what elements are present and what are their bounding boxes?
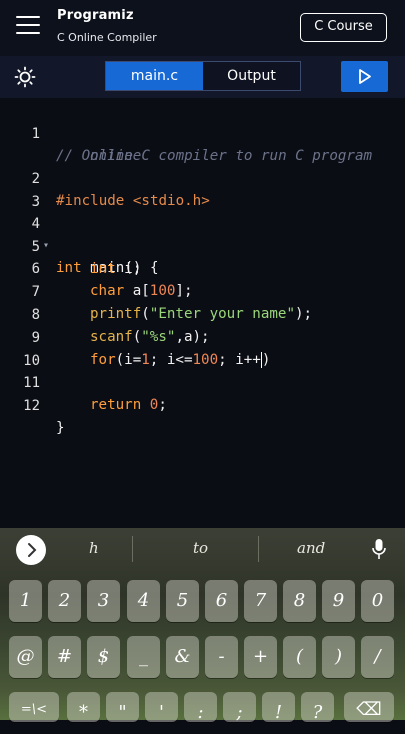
top-app-bar: Programiz C Online Compiler C Course bbox=[0, 0, 405, 56]
code-line: online bbox=[0, 123, 405, 164]
key-6[interactable]: 6 bbox=[205, 580, 238, 622]
key-4[interactable]: 4 bbox=[127, 580, 160, 622]
line-number: 12 bbox=[23, 398, 40, 414]
key-8[interactable]: 8 bbox=[283, 580, 316, 622]
suggestion-bar: h to and bbox=[0, 528, 405, 570]
editor-toolbar: main.c Output bbox=[0, 56, 405, 98]
code-line: 6 char a[100]; bbox=[0, 236, 405, 299]
suggestion-item[interactable]: h bbox=[89, 539, 99, 557]
key-single-quote[interactable]: ' bbox=[145, 692, 178, 723]
key-7[interactable]: 7 bbox=[244, 580, 277, 622]
code-editor[interactable]: 1 // Online C compiler to run C program … bbox=[0, 98, 405, 528]
code-line: 11 return 0; bbox=[0, 350, 405, 413]
keyword: return bbox=[90, 397, 142, 413]
code-text: ; bbox=[158, 397, 167, 413]
key-slash[interactable]: / bbox=[361, 636, 394, 678]
key-hash[interactable]: # bbox=[48, 636, 81, 678]
key-at[interactable]: @ bbox=[9, 636, 42, 678]
divider bbox=[258, 536, 259, 562]
run-button[interactable] bbox=[341, 61, 388, 92]
code-line: 10 bbox=[0, 328, 405, 369]
play-icon bbox=[359, 69, 371, 84]
chevron-right-icon bbox=[28, 543, 37, 557]
code-line: 12 } bbox=[0, 373, 405, 436]
microphone-icon[interactable] bbox=[371, 538, 387, 560]
key-9[interactable]: 9 bbox=[322, 580, 355, 622]
code-line: 8 scanf("%s",a); bbox=[0, 282, 405, 345]
code-line: 9 for(i=1; i<=100; i++) bbox=[0, 305, 405, 368]
key-open-paren[interactable]: ( bbox=[283, 636, 316, 678]
key-semicolon[interactable]: ; bbox=[223, 692, 256, 723]
suggestion-item[interactable]: and bbox=[297, 539, 325, 557]
code-line: 7 printf("Enter your name"); bbox=[0, 259, 405, 322]
tab-output[interactable]: Output bbox=[203, 62, 300, 90]
key-ampersand[interactable]: & bbox=[166, 636, 199, 678]
key-3[interactable]: 3 bbox=[87, 580, 120, 622]
key-2[interactable]: 2 bbox=[48, 580, 81, 622]
code-line: 4 ▾ int main() { bbox=[0, 191, 405, 276]
key-minus[interactable]: - bbox=[205, 636, 238, 678]
key-0[interactable]: 0 bbox=[361, 580, 394, 622]
brand-logo[interactable]: Programiz C Online Compiler bbox=[57, 8, 157, 44]
sun-icon[interactable] bbox=[14, 66, 36, 88]
expand-suggestions-button[interactable] bbox=[16, 535, 46, 565]
on-screen-keyboard: h to and 1 2 3 4 5 6 7 8 9 0 @ # $ _ & -… bbox=[0, 528, 405, 723]
suggestion-item[interactable]: to bbox=[193, 539, 208, 557]
key-close-paren[interactable]: ) bbox=[322, 636, 355, 678]
key-colon[interactable]: : bbox=[184, 692, 217, 723]
key-more-symbols[interactable]: =\< bbox=[9, 692, 59, 722]
key-underscore[interactable]: _ bbox=[127, 636, 160, 678]
brand-name: Programiz bbox=[57, 8, 134, 23]
key-5[interactable]: 5 bbox=[166, 580, 199, 622]
code-line: 5 int i; bbox=[0, 214, 405, 277]
key-asterisk[interactable]: * bbox=[67, 692, 100, 723]
code-line: 2 #include <stdio.h> bbox=[0, 146, 405, 209]
tab-main-c[interactable]: main.c bbox=[106, 62, 203, 90]
key-1[interactable]: 1 bbox=[9, 580, 42, 622]
brand-subtitle: C Online Compiler bbox=[57, 31, 157, 44]
key-plus[interactable]: + bbox=[244, 636, 277, 678]
backspace-key[interactable]: ⌫ bbox=[344, 692, 394, 722]
file-tabs: main.c Output bbox=[105, 61, 301, 91]
code-line: 3 bbox=[0, 169, 405, 210]
key-double-quote[interactable]: " bbox=[106, 692, 139, 723]
course-button[interactable]: C Course bbox=[300, 13, 387, 42]
key-question[interactable]: ? bbox=[301, 692, 334, 723]
divider bbox=[132, 536, 133, 562]
code-text: } bbox=[56, 420, 65, 436]
menu-icon[interactable] bbox=[16, 16, 40, 34]
key-exclamation[interactable]: ! bbox=[262, 692, 295, 723]
code-line: 1 // Online C compiler to run C program bbox=[0, 101, 405, 164]
key-dollar[interactable]: $ bbox=[87, 636, 120, 678]
